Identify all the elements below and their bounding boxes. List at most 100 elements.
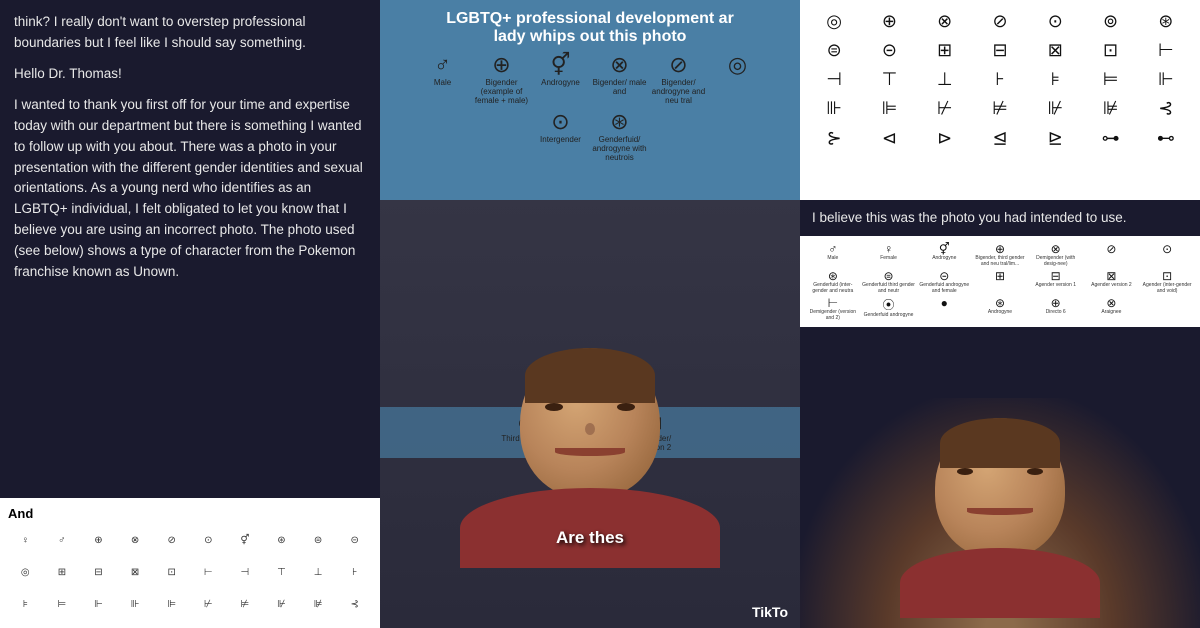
sg-andro-2: ⊛ Androgyne — [973, 296, 1027, 321]
sym-30: ⊰ — [337, 590, 372, 620]
detailed-gender-grid: ♂ Male ♀ Female ⚥ Androgyne ⊕ Bigender, … — [806, 242, 1194, 321]
right-person-face — [920, 418, 1080, 618]
chart-sym-androgyne: ⚥ Androgyne — [533, 52, 588, 105]
chart-sym-male: ♂ Male — [415, 52, 470, 105]
video-caption: Are thes — [380, 528, 800, 548]
sym-4: ⊗ — [118, 525, 153, 555]
right-face-reye — [1027, 468, 1043, 475]
sym-23: ⊩ — [81, 590, 116, 620]
text-block-1: think? I really don't want to overstep p… — [14, 12, 366, 54]
sym-26: ⊬ — [191, 590, 226, 620]
text-block-3: I wanted to thank you first off for your… — [14, 95, 366, 283]
chart-sym-8: ⊛ Genderfuid/ androgyne with neutrois — [592, 109, 647, 162]
video-background: LGBTQ+ professional development arlady w… — [380, 0, 800, 628]
sg-male: ♂ Male — [806, 242, 860, 267]
r-sym-27: ⊯ — [1084, 95, 1136, 121]
r-sym-7: ⊛ — [1140, 8, 1192, 34]
right-face-leye — [957, 468, 973, 475]
sym-29: ⊯ — [301, 590, 336, 620]
person-head — [520, 348, 660, 498]
left-panel: think? I really don't want to overstep p… — [0, 0, 380, 628]
left-eye — [545, 403, 563, 411]
r-sym-23: ⊫ — [863, 95, 915, 121]
message-text: think? I really don't want to overstep p… — [0, 0, 380, 305]
r-sym-8: ⊜ — [808, 37, 860, 63]
tiktok-watermark: TikTo — [752, 604, 788, 620]
r-sym-13: ⊡ — [1084, 37, 1136, 63]
chart-sym-bigender3: ⊘ Bigender/ androgyne and neu tral — [651, 52, 706, 105]
r-sym-1: ◎ — [808, 8, 860, 34]
sg-direct-6: ⊕ Directo 6 — [1029, 296, 1083, 321]
r-sym-6: ⊚ — [1084, 8, 1136, 34]
chart-sym-bigender2: ⊗ Bigender/ male and — [592, 52, 647, 105]
sg-10: ⊞ — [973, 269, 1027, 294]
sg-genderfuid-third: ⊜ Genderfuid third gender and neutr — [862, 269, 916, 294]
chart-title: LGBTQ+ professional development arlady w… — [446, 10, 734, 46]
r-sym-3: ⊗ — [919, 8, 971, 34]
r2-sym-4: ⊴ — [974, 125, 1026, 151]
right-face-head — [935, 418, 1065, 558]
sg-genderfuid-inter: ⊛ Genderfuid (inter-gender and neutra — [806, 269, 860, 294]
r-sym-24: ⊬ — [919, 95, 971, 121]
top-gender-symbols-chart: ◎ ⊕ ⊗ ⊘ ⊙ ⊚ ⊛ ⊜ ⊝ ⊞ ⊟ ⊠ ⊡ ⊢ ⊣ ⊤ ⊥ ⊦ ⊧ ⊨ … — [800, 0, 1200, 200]
sym-19: ⊥ — [301, 557, 336, 587]
r-sym-11: ⊟ — [974, 37, 1026, 63]
r-sym-15: ⊣ — [808, 66, 860, 92]
sym-20: ⊦ — [337, 557, 372, 587]
right-face-mouth — [967, 508, 1033, 515]
sym-11: ◎ — [8, 557, 43, 587]
sym-17: ⊣ — [228, 557, 263, 587]
r-sym-17: ⊥ — [919, 66, 971, 92]
sg-dot: ● — [917, 296, 971, 321]
sg-agender-2: ⊠ Agender version 2 — [1085, 269, 1139, 294]
r2-sym-6: ⊶ — [1084, 125, 1136, 151]
r2-sym-7: ⊷ — [1140, 125, 1192, 151]
symbols-display-grid: ◎ ⊕ ⊗ ⊘ ⊙ ⊚ ⊛ ⊜ ⊝ ⊞ ⊟ ⊠ ⊡ ⊢ ⊣ ⊤ ⊥ ⊦ ⊧ ⊨ … — [808, 8, 1192, 121]
r2-sym-5: ⊵ — [1029, 125, 1081, 151]
sg-androgyne: ⚥ Androgyne — [917, 242, 971, 267]
r-sym-4: ⊘ — [974, 8, 1026, 34]
chart-sym-6: ◎ — [710, 52, 765, 105]
sg-demigender-2: ⊢ Demigender (version and 2) — [806, 296, 860, 321]
sg-female: ♀ Female — [862, 242, 916, 267]
sym-14: ⊠ — [118, 557, 153, 587]
r-sym-28: ⊰ — [1140, 95, 1192, 121]
sym-27: ⊭ — [228, 590, 263, 620]
r-sym-14: ⊢ — [1140, 37, 1192, 63]
intended-use-text: I believe this was the photo you had int… — [800, 200, 1200, 236]
sg-agender-1: ⊟ Agender version 1 — [1029, 269, 1083, 294]
sym-21: ⊧ — [8, 590, 43, 620]
sym-5: ⊘ — [154, 525, 189, 555]
sg-7: ⊙ — [1140, 242, 1194, 267]
r-sym-19: ⊧ — [1029, 66, 1081, 92]
r-sym-21: ⊩ — [1140, 66, 1192, 92]
r-sym-20: ⊨ — [1084, 66, 1136, 92]
r-sym-5: ⊙ — [1029, 8, 1081, 34]
chart-sym-bigender: ⊕ Bigender (example of female + male) — [474, 52, 529, 105]
chart-sym-7: ⊙ Intergender — [533, 109, 588, 162]
sym-13: ⊟ — [81, 557, 116, 587]
sg-agender-inter: ⊡ Agender (inter-gender and void) — [1140, 269, 1194, 294]
sym-6: ⊙ — [191, 525, 226, 555]
r2-sym-1: ⊱ — [808, 125, 860, 151]
sym-9: ⊜ — [301, 525, 336, 555]
symbols-row-2: ⊱ ⊲ ⊳ ⊴ ⊵ ⊶ ⊷ — [808, 125, 1192, 151]
right-eye — [617, 403, 635, 411]
sym-24: ⊪ — [118, 590, 153, 620]
sym-25: ⊫ — [154, 590, 189, 620]
r-sym-18: ⊦ — [974, 66, 1026, 92]
r-sym-16: ⊤ — [863, 66, 915, 92]
and-label: And — [8, 506, 372, 521]
sym-8: ⊛ — [264, 525, 299, 555]
lgbtq-chart: LGBTQ+ professional development arlady w… — [380, 0, 800, 200]
pokemon-symbols-grid: ♀ ♂ ⊕ ⊗ ⊘ ⊙ ⚥ ⊛ ⊜ ⊝ ◎ ⊞ ⊟ ⊠ ⊡ ⊢ ⊣ ⊤ ⊥ ⊦ … — [8, 525, 372, 620]
r-sym-9: ⊝ — [863, 37, 915, 63]
sg-gf-andro-2: ⦿ Genderfuid androgyne — [862, 296, 916, 321]
sym-7: ⚥ — [228, 525, 263, 555]
person-mouth — [555, 448, 625, 456]
r-sym-10: ⊞ — [919, 37, 971, 63]
sym-15: ⊡ — [154, 557, 189, 587]
r-sym-22: ⊪ — [808, 95, 860, 121]
sg-bigender-third: ⊕ Bigender, third gender and neu tral/li… — [973, 242, 1027, 267]
right-face-hair — [940, 418, 1060, 468]
